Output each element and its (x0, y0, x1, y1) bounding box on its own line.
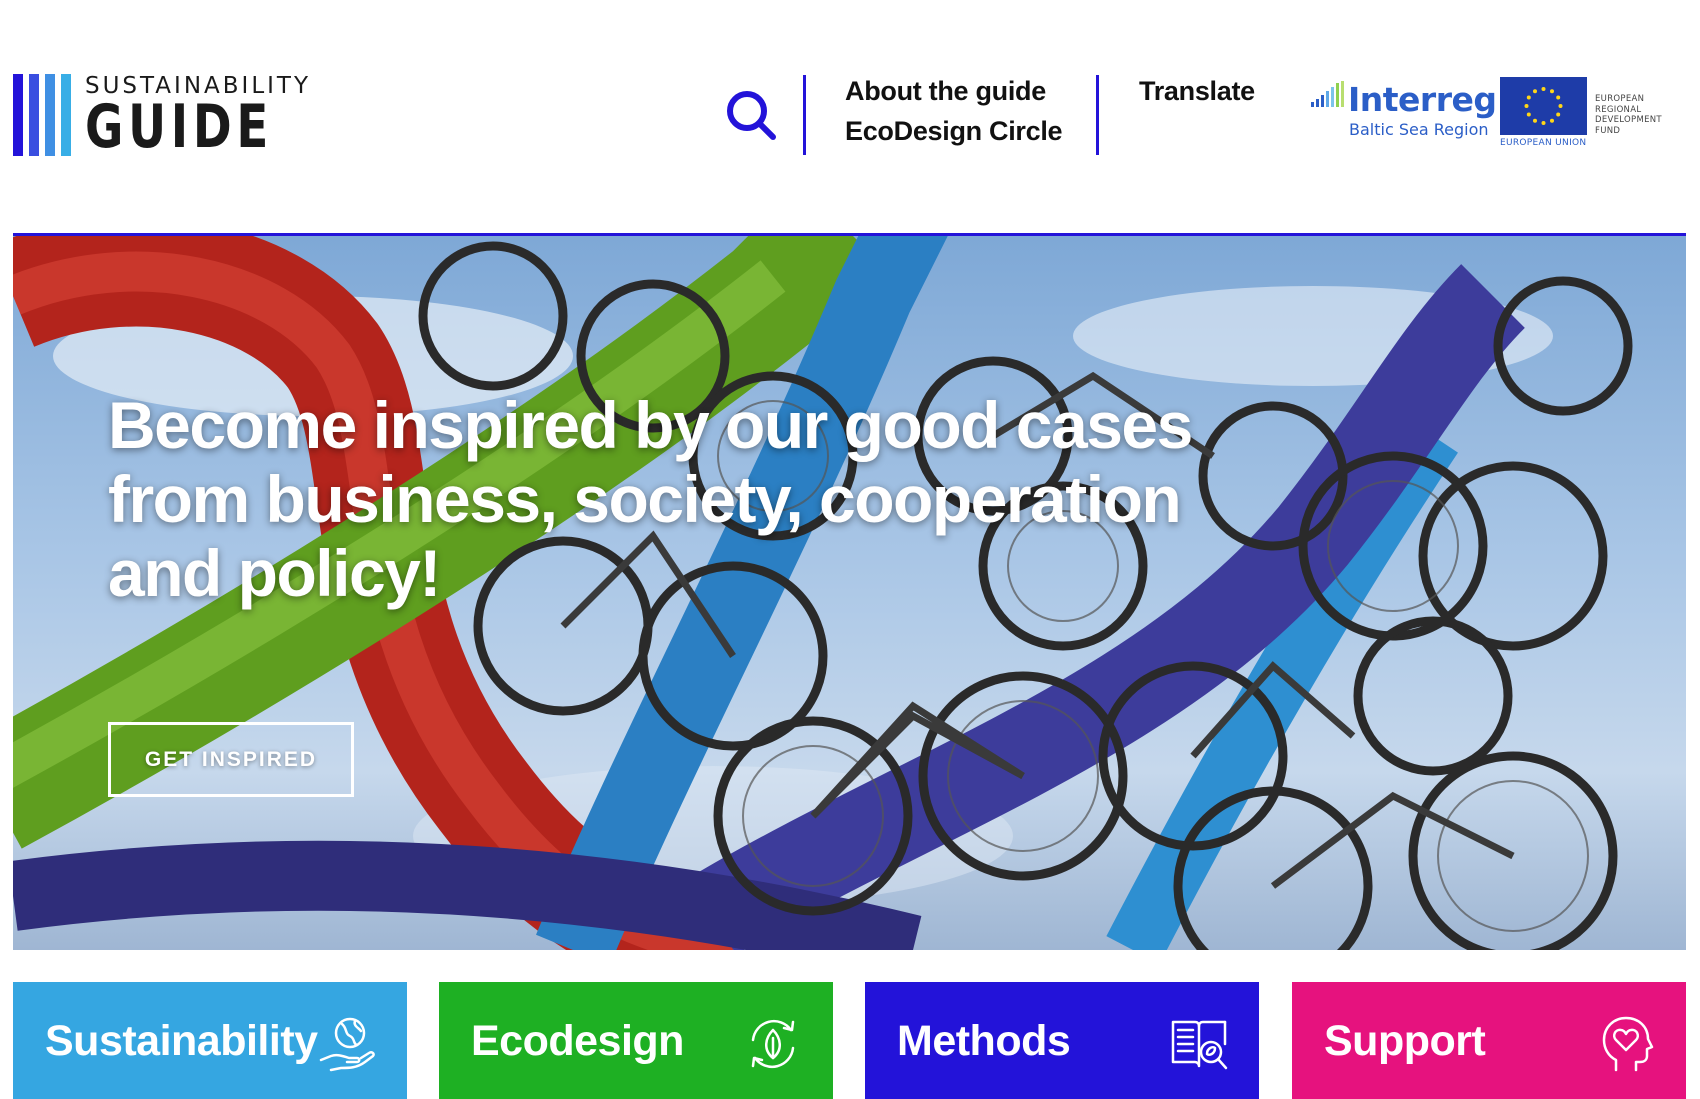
tile-ecodesign[interactable]: Ecodesign (439, 982, 833, 1099)
erdf-label: EUROPEAN REGIONAL DEVELOPMENT FUND (1595, 94, 1662, 136)
logo-big-text: GUIDE (85, 92, 274, 162)
site-header: SUSTAINABILITY GUIDE About the guide Eco… (0, 0, 1700, 236)
globe-in-hand-icon (319, 1017, 375, 1072)
eu-label: EUROPEAN UNION (1500, 138, 1587, 148)
leaf-cycle-icon (751, 1019, 795, 1069)
tile-support[interactable]: Support (1292, 982, 1686, 1099)
logo-bar (13, 74, 23, 156)
book-magnifier-icon (1171, 1020, 1228, 1070)
interreg-subtitle: Baltic Sea Region (1349, 120, 1489, 139)
search-icon (727, 91, 776, 140)
logo-bar (45, 74, 55, 156)
tile-methods[interactable]: Methods (865, 982, 1259, 1099)
interreg-logo[interactable]: Interreg Baltic Sea Region (1310, 76, 1497, 144)
logo-bars (13, 74, 71, 156)
tile-label: Support (1324, 1017, 1486, 1065)
erdf-line: EUROPEAN (1595, 94, 1645, 104)
main-nav: About the guide EcoDesign Circle (845, 76, 1063, 146)
hero-title: Become inspired by our good cases from b… (108, 388, 1193, 610)
head-heart-icon (1602, 1016, 1654, 1072)
tile-label: Sustainability (45, 1017, 318, 1065)
eu-stars-icon (1524, 87, 1563, 125)
nav-link-ecodesign-circle[interactable]: EcoDesign Circle (845, 116, 1063, 146)
logo-bar (29, 74, 39, 156)
logo-text: SUSTAINABILITY GUIDE (85, 74, 326, 162)
erdf-line: DEVELOPMENT (1595, 115, 1662, 125)
nav-divider (1096, 75, 1099, 155)
erdf-line: FUND (1595, 125, 1621, 136)
logo-bar (61, 74, 71, 156)
interreg-word: Interreg (1348, 80, 1497, 119)
eu-flag-icon (1500, 77, 1587, 135)
nav-divider (803, 75, 806, 155)
tile-label: Ecodesign (471, 1017, 684, 1065)
tile-sustainability[interactable]: Sustainability (13, 982, 407, 1099)
interreg-signal-icon (1311, 81, 1344, 107)
site-logo[interactable]: SUSTAINABILITY GUIDE (13, 74, 326, 162)
erdf-line: REGIONAL (1595, 104, 1642, 115)
search-button[interactable] (720, 84, 782, 146)
nav-link-about-guide[interactable]: About the guide (845, 76, 1062, 106)
hero-banner: Become inspired by our good cases from b… (13, 236, 1686, 950)
category-tiles: Sustainability Ecodesign Methods Support (13, 982, 1686, 1099)
get-inspired-button[interactable]: GET INSPIRED (108, 722, 354, 797)
translate-link[interactable]: Translate (1139, 76, 1255, 106)
tile-label: Methods (897, 1017, 1071, 1065)
